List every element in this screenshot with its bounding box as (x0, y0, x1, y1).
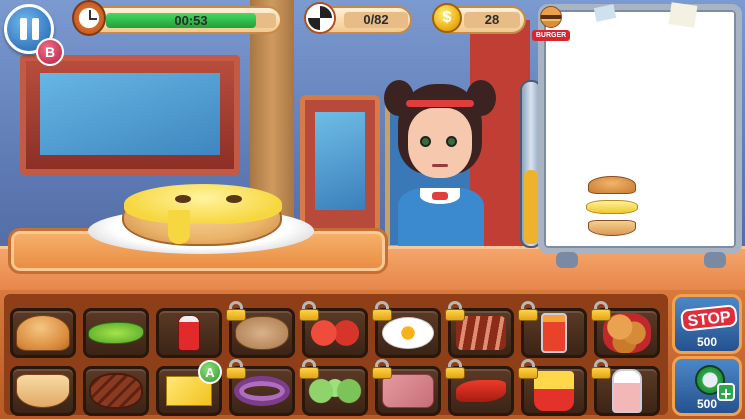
burger-icon (540, 6, 562, 28)
lock-icon (372, 359, 392, 379)
lock-icon (445, 359, 465, 379)
ketchup-icon (178, 315, 200, 351)
clock-icon (72, 0, 106, 36)
timer-bar: 00:53 (82, 6, 282, 34)
burger-badge: BURGER (532, 6, 570, 42)
lock-icon (591, 301, 611, 321)
lock-icon (226, 301, 246, 321)
bacon-icon (456, 316, 506, 350)
ingredient-slot-ham[interactable] (372, 359, 441, 416)
onion-icon (234, 376, 290, 406)
tomato-icon (307, 318, 363, 348)
board-leg (704, 252, 726, 268)
ingredient-slot-nuggets[interactable] (591, 301, 660, 358)
stop-powerup-button[interactable]: STOP 500 (672, 294, 742, 354)
ingredient-slot-raw-patty[interactable] (226, 301, 295, 358)
time-price: 500 (696, 397, 718, 411)
order-bun-top (588, 176, 636, 194)
ingredient-slot-fries[interactable] (518, 359, 587, 416)
ingredient-slot-fried-egg[interactable] (372, 301, 441, 358)
cucumber-icon (307, 376, 363, 406)
milkshake-icon (612, 369, 642, 413)
coin-icon: $ (432, 3, 462, 33)
cooked-patty-icon (89, 373, 143, 409)
raw-patty-icon (235, 316, 289, 350)
lock-icon (518, 359, 538, 379)
lock-icon (299, 359, 319, 379)
coins-text: 28 (464, 12, 520, 28)
shop-window (20, 55, 240, 175)
lettuce-icon (88, 322, 144, 344)
time-powerup-button[interactable]: + 500 (672, 356, 742, 416)
ingredient-slot-cooked-patty[interactable] (83, 366, 149, 416)
bun-top-icon (16, 315, 70, 351)
timer-text: 00:53 (174, 13, 208, 28)
a-badge: A (198, 360, 222, 384)
lock-icon (445, 301, 465, 321)
ham-icon (382, 374, 434, 408)
lock-icon (226, 359, 246, 379)
orders-text: 0/82 (344, 12, 408, 28)
fried-egg-icon (382, 317, 434, 349)
lock-icon (591, 359, 611, 379)
lock-icon (299, 301, 319, 321)
ingredient-slot-tomato[interactable] (299, 301, 368, 358)
ingredient-slot-ketchup[interactable] (156, 308, 222, 358)
b-button[interactable]: B (36, 38, 64, 66)
lock-icon (518, 301, 538, 321)
ingredient-slot-cucumber[interactable] (299, 359, 368, 416)
pause-icon (19, 18, 27, 40)
ingredient-slot-drink[interactable] (518, 301, 587, 358)
fries-icon (534, 371, 574, 411)
bun-bottom-icon (16, 374, 70, 408)
order-bun-bottom (588, 220, 636, 236)
ingredient-slot-lettuce[interactable] (83, 308, 149, 358)
chili-pepper-icon (456, 380, 506, 402)
ingredient-slot-milkshake[interactable] (591, 359, 660, 416)
burger-label: BURGER (532, 30, 570, 41)
plate-cheese (124, 184, 282, 224)
drink-icon (541, 313, 567, 353)
order-cheese (586, 200, 638, 214)
cheese-hole (175, 195, 191, 203)
customer-girl (384, 78, 496, 248)
plate-cheese-drip (168, 210, 190, 244)
ingredient-slot-bacon[interactable] (445, 301, 514, 358)
lock-icon (372, 301, 392, 321)
ingredient-slot-bun-bottom[interactable] (10, 366, 76, 416)
ingredient-slot-bun-top[interactable] (10, 308, 76, 358)
board-leg (556, 252, 578, 268)
tape (668, 2, 698, 28)
patience-liquid (524, 170, 538, 244)
timer-track: 00:53 (106, 13, 276, 28)
stop-price: 500 (696, 335, 718, 349)
stop-label: STOP (680, 304, 738, 332)
ingredient-slot-chili-pepper[interactable] (445, 359, 514, 416)
ingredient-slot-onion[interactable] (226, 359, 295, 416)
cheese-hole (226, 195, 242, 203)
checkered-flag-icon (306, 4, 334, 32)
